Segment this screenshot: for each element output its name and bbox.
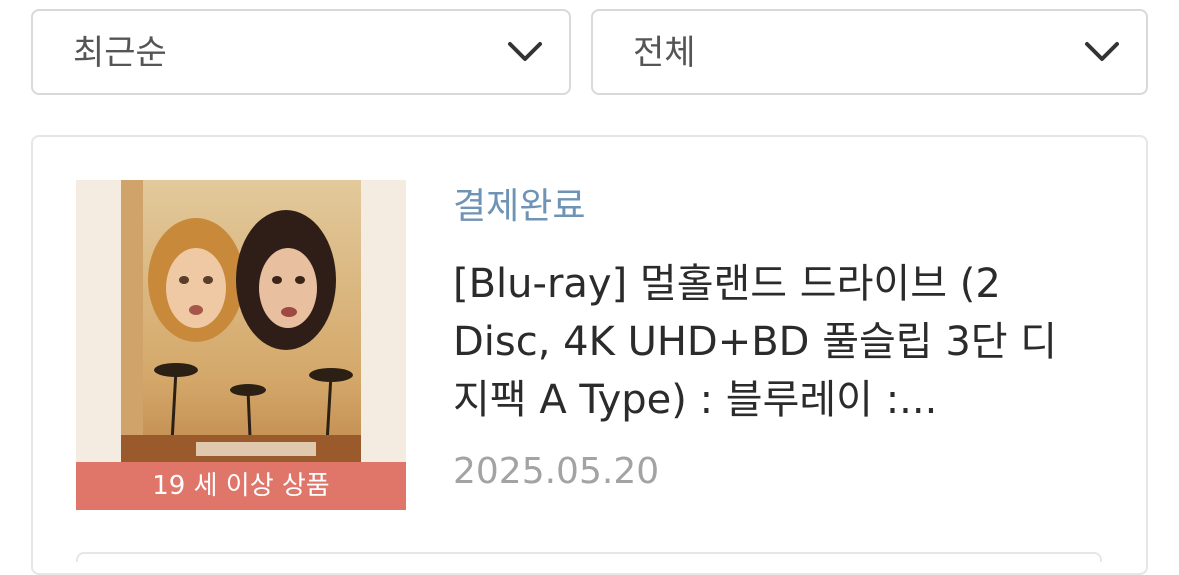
product-cover-image — [76, 180, 406, 510]
product-thumbnail[interactable]: 19 세 이상 상품 — [76, 180, 406, 510]
chevron-down-icon — [508, 42, 542, 61]
age-restriction-badge: 19 세 이상 상품 — [76, 462, 406, 510]
order-card[interactable]: 19 세 이상 상품 결제완료 [Blu-ray] 멀홀랜드 드라이브 (2 D… — [31, 135, 1148, 575]
category-select[interactable]: 전체 — [591, 9, 1148, 95]
sort-select[interactable]: 최근순 — [31, 9, 571, 95]
chevron-down-icon — [1085, 42, 1119, 61]
order-status: 결제완료 — [453, 186, 586, 227]
product-title[interactable]: [Blu-ray] 멀홀랜드 드라이브 (2 Disc, 4K UHD+BD 풀… — [453, 255, 1093, 429]
next-order-card[interactable] — [76, 552, 1102, 562]
order-date: 2025.05.20 — [453, 451, 660, 492]
sort-select-value: 최근순 — [73, 33, 167, 73]
category-select-value: 전체 — [633, 33, 696, 73]
filter-bar: 최근순 전체 — [31, 9, 1148, 97]
